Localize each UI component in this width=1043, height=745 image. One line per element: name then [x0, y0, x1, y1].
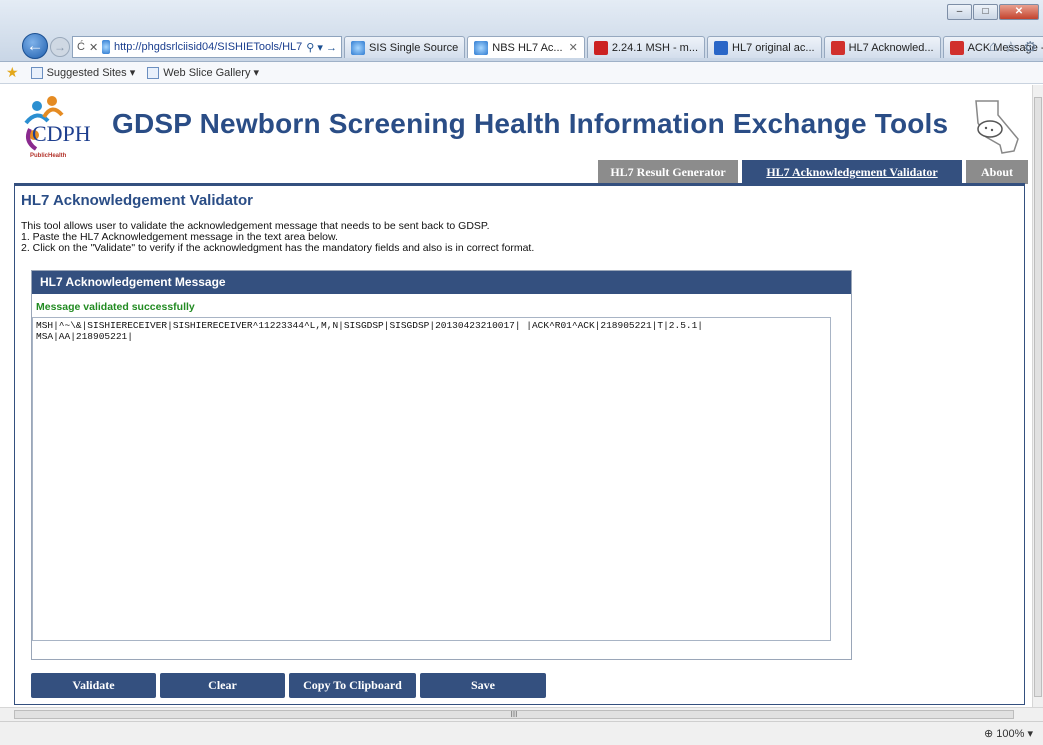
ie-page-icon: [474, 40, 489, 55]
description-line: 2. Click on the "Validate" to verify if …: [21, 242, 535, 254]
save-button[interactable]: Save: [420, 673, 546, 698]
favorites-item-suggested-sites[interactable]: Suggested Sites ▾: [30, 66, 136, 79]
address-bar[interactable]: Ć ✕ http://phgdsrlciisid04/SISHIETools/H…: [72, 36, 342, 58]
browser-tab-active[interactable]: NBS HL7 Ac... ✕: [467, 36, 585, 58]
tab-label: 2.24.1 MSH - m...: [611, 41, 699, 54]
zoom-level: 100%: [996, 728, 1025, 740]
action-buttons: Validate Clear Copy To Clipboard Save: [31, 673, 546, 698]
gear-icon[interactable]: ⚙: [1024, 38, 1037, 56]
close-window-button[interactable]: ✕: [999, 4, 1039, 20]
page-title: HL7 Acknowledgement Validator: [21, 192, 253, 209]
url-text[interactable]: http://phgdsrlciisid04/SISHIETools/HL7: [114, 41, 302, 53]
minimize-button[interactable]: –: [947, 4, 972, 20]
tab-label: SIS Single Source: [369, 41, 459, 54]
main-content: HL7 Acknowledgement Validator This tool …: [14, 183, 1025, 705]
favorites-star-icon[interactable]: ☆: [1004, 38, 1017, 56]
site-title: GDSP Newborn Screening Health Informatio…: [112, 108, 949, 139]
ack-message-textarea[interactable]: MSH|^~\&|SISHIERECEIVER|SISHIERECEIVER^1…: [32, 317, 831, 641]
logo-subtext: PublicHealth: [30, 153, 67, 159]
tab-label: NBS HL7 Ac...: [492, 41, 563, 54]
compatibility-icon[interactable]: Ć: [77, 41, 85, 53]
copy-to-clipboard-button[interactable]: Copy To Clipboard: [289, 673, 416, 698]
browser-tab[interactable]: 2.24.1 MSH - m...: [586, 36, 706, 58]
scrollbar-thumb[interactable]: [1034, 97, 1042, 697]
tab-hl7-result-generator[interactable]: HL7 Result Generator: [598, 160, 738, 184]
favorites-item-label: Suggested Sites ▾: [46, 67, 136, 79]
blue-page-icon: [714, 40, 729, 55]
stop-icon[interactable]: ✕: [89, 41, 98, 54]
favorites-bar: ★ Suggested Sites ▾ Web Slice Gallery ▾: [0, 62, 1043, 84]
tab-about[interactable]: About: [966, 160, 1028, 184]
scrollbar-thumb[interactable]: III: [14, 710, 1014, 719]
red-page-icon: [593, 40, 608, 55]
browser-toolbar-icons: ⌂ ☆ ⚙: [989, 38, 1037, 56]
favorites-item-web-slice-gallery[interactable]: Web Slice Gallery ▾: [147, 66, 259, 79]
browser-tab[interactable]: SIS Single Source: [344, 36, 466, 58]
browser-tab[interactable]: HL7 Acknowled...: [823, 36, 941, 58]
red-page-icon: [830, 40, 845, 55]
logo-text: CDPH: [32, 121, 91, 146]
browser-navigation: ← → Ć ✕ http://phgdsrlciisid04/SISHIEToo…: [0, 30, 1043, 59]
red-page-icon: [949, 40, 964, 55]
tab-label: HL7 original ac...: [732, 41, 815, 54]
tool-description: This tool allows user to validate the ac…: [21, 221, 534, 254]
zoom-icon: ⊕: [984, 728, 994, 740]
maximize-button[interactable]: □: [973, 4, 998, 20]
tab-label: HL7 Acknowled...: [848, 41, 934, 54]
forward-button[interactable]: →: [50, 37, 70, 57]
browser-titlebar: – □ ✕ ← → Ć ✕ http://phgdsrlciisid04/SIS…: [0, 0, 1043, 62]
favorites-item-label: Web Slice Gallery ▾: [163, 67, 260, 79]
browser-tab[interactable]: HL7 original ac...: [707, 36, 822, 58]
favorites-star-icon[interactable]: ★: [6, 64, 19, 81]
search-icon[interactable]: ⚲ ▾ →: [306, 41, 337, 54]
ack-message-panel: HL7 Acknowledgement Message Message vali…: [31, 270, 852, 660]
validate-button[interactable]: Validate: [31, 673, 156, 698]
page-icon: [147, 66, 160, 79]
california-map-icon: [975, 100, 1019, 154]
status-bar: ⊕ 100% ▾: [0, 721, 1043, 745]
window-controls: – □ ✕: [947, 4, 1039, 20]
vertical-scrollbar[interactable]: [1032, 85, 1043, 707]
web-page: CDPH PublicHealth GDSP Newborn Screening…: [0, 85, 1032, 707]
home-icon[interactable]: ⌂: [989, 38, 998, 56]
browser-tabs: SIS Single Source NBS HL7 Ac... ✕ 2.24.1 …: [344, 36, 1043, 58]
horizontal-scrollbar[interactable]: III: [0, 707, 1043, 721]
zoom-control[interactable]: ⊕ 100% ▾: [984, 727, 1033, 740]
site-icon: [102, 40, 110, 54]
page-icon: [30, 66, 43, 79]
site-navigation: HL7 Result Generator HL7 Acknowledgement…: [598, 160, 1028, 184]
tab-hl7-acknowledgement-validator[interactable]: HL7 Acknowledgement Validator: [742, 160, 962, 184]
back-button[interactable]: ←: [22, 33, 48, 59]
validation-status: Message validated successfully: [36, 301, 195, 313]
ie-page-icon: [351, 40, 365, 55]
panel-title: HL7 Acknowledgement Message: [32, 271, 851, 294]
close-tab-icon[interactable]: ✕: [569, 41, 578, 54]
clear-button[interactable]: Clear: [160, 673, 285, 698]
